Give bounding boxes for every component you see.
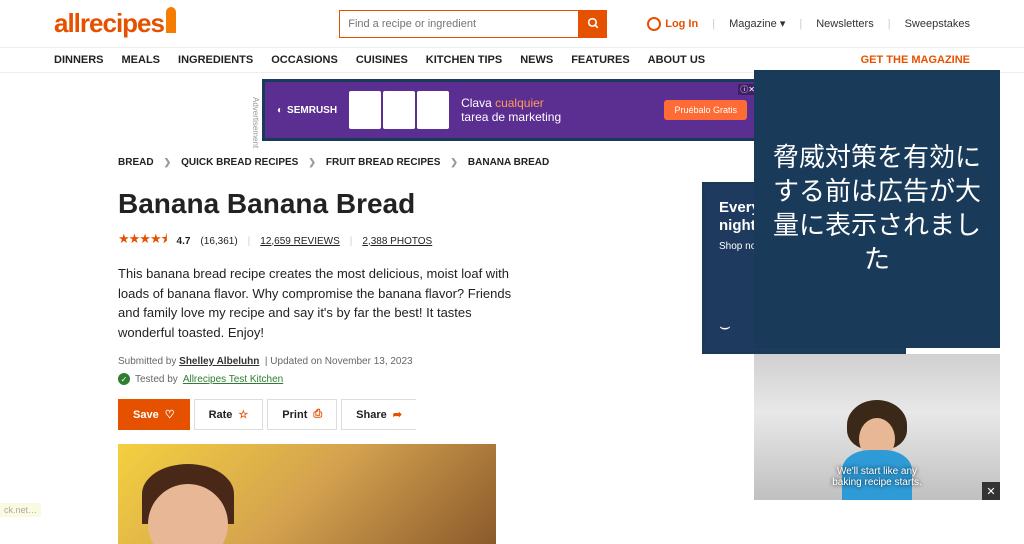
- nav-get-magazine[interactable]: GET THE MAGAZINE: [861, 54, 970, 66]
- video-caption: We'll start like anybaking recipe starts…: [754, 466, 1000, 488]
- chevron-right-icon: ❯: [450, 157, 458, 168]
- ad-graphic: [349, 91, 449, 129]
- ad-text: Clava cualquiertarea de marketing: [461, 96, 561, 124]
- hero-image: [118, 444, 496, 544]
- heart-icon: ♡: [165, 408, 175, 421]
- user-icon: [647, 17, 661, 31]
- print-icon: ⎙: [313, 408, 322, 421]
- newsletters-link[interactable]: Newsletters: [816, 18, 873, 30]
- video-player[interactable]: We'll start like anybaking recipe starts…: [754, 354, 1000, 500]
- nav-dinners[interactable]: DINNERS: [54, 54, 104, 66]
- chevron-right-icon: ❯: [164, 157, 172, 168]
- chevron-right-icon: ❯: [308, 157, 316, 168]
- recipe-title: Banana Banana Bread: [118, 188, 672, 220]
- rate-button[interactable]: Rate☆: [194, 399, 264, 430]
- nav-news[interactable]: NEWS: [520, 54, 553, 66]
- nav-about[interactable]: ABOUT US: [648, 54, 705, 66]
- breadcrumb-item[interactable]: BANANA BREAD: [468, 157, 549, 168]
- nav-meals[interactable]: MEALS: [122, 54, 161, 66]
- breadcrumb-item[interactable]: QUICK BREAD RECIPES: [181, 157, 298, 168]
- sweepstakes-link[interactable]: Sweepstakes: [905, 18, 970, 30]
- photos-link[interactable]: 2,388 PHOTOS: [362, 236, 432, 247]
- save-button[interactable]: Save♡: [118, 399, 190, 430]
- fork-icon: [166, 7, 176, 33]
- breadcrumb-item[interactable]: FRUIT BREAD RECIPES: [326, 157, 440, 168]
- tested-by-link[interactable]: Allrecipes Test Kitchen: [183, 374, 283, 385]
- recipe-description: This banana bread recipe creates the mos…: [118, 264, 528, 342]
- ad-label: Advertisement: [251, 97, 260, 148]
- byline: Submitted by Shelley Albeluhn | Updated …: [118, 356, 672, 367]
- video-close-button[interactable]: ✕: [982, 482, 1000, 500]
- tested-badge: ✓ Tested by Allrecipes Test Kitchen: [118, 373, 672, 385]
- magazine-link[interactable]: Magazine ▾: [729, 17, 785, 30]
- print-button[interactable]: Print⎙: [267, 399, 337, 430]
- header-links: Log In | Magazine ▾ | Newsletters | Swee…: [647, 17, 970, 31]
- status-hint: ck.net…: [0, 503, 41, 517]
- login-link[interactable]: Log In: [647, 17, 698, 31]
- nav-kitchen-tips[interactable]: KITCHEN TIPS: [426, 54, 502, 66]
- rating-value: 4.7: [177, 236, 191, 247]
- action-bar: Save♡ Rate☆ Print⎙ Share➦: [118, 399, 672, 430]
- nav-occasions[interactable]: OCCASIONS: [271, 54, 338, 66]
- breadcrumb-item[interactable]: BREAD: [118, 157, 154, 168]
- annotation-overlay: 脅威対策を有効にする前は広告が大量に表示されました: [754, 70, 1000, 348]
- search-input[interactable]: [339, 10, 579, 38]
- search-icon: [587, 17, 600, 30]
- share-button[interactable]: Share➦: [341, 399, 416, 430]
- site-logo[interactable]: allrecipes: [54, 8, 176, 39]
- chevron-down-icon: ▾: [780, 18, 786, 30]
- nav-features[interactable]: FEATURES: [571, 54, 629, 66]
- amazon-smile-icon: ⌣: [719, 316, 731, 337]
- nav-cuisines[interactable]: CUISINES: [356, 54, 408, 66]
- author-link[interactable]: Shelley Albeluhn: [179, 356, 259, 367]
- nav-ingredients[interactable]: INGREDIENTS: [178, 54, 253, 66]
- check-icon: ✓: [118, 373, 130, 385]
- banner-ad[interactable]: Advertisement Advertisement ⓘ✕ ◐ SEMRUSH…: [262, 79, 762, 141]
- search-form: [339, 10, 607, 38]
- search-button[interactable]: [579, 10, 607, 38]
- ad-brand: ◐ SEMRUSH: [277, 105, 337, 116]
- rating-count: (16,361): [200, 236, 237, 247]
- ad-cta-button[interactable]: Pruébalo Gratis: [664, 100, 747, 120]
- star-icon: ☆: [238, 408, 248, 421]
- share-icon: ➦: [393, 408, 402, 421]
- recipe-meta: ★★★★⯨ 4.7 (16,361) | 12,659 REVIEWS | 2,…: [118, 230, 672, 252]
- star-rating: ★★★★⯨: [118, 230, 167, 252]
- reviews-link[interactable]: 12,659 REVIEWS: [260, 236, 339, 247]
